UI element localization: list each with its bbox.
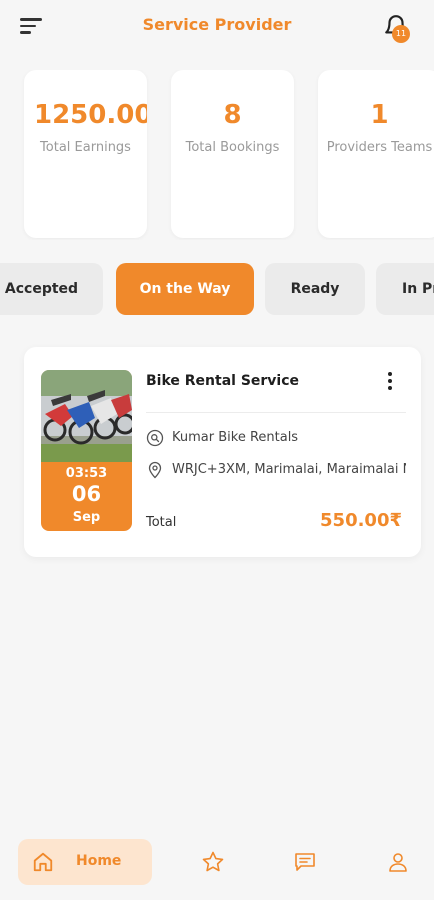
- stat-value: 1: [370, 100, 389, 130]
- tab-ready[interactable]: Ready: [265, 263, 365, 315]
- stats-row: 1250.00 Total Earnings 8 Total Bookings …: [0, 70, 434, 240]
- address-text: WRJC+3XM, Marimalai, Maraimalai Nagar: [172, 462, 406, 477]
- total-label: Total: [146, 515, 177, 530]
- nav-home-label: Home: [76, 853, 122, 869]
- notification-bell-icon[interactable]: 11: [383, 14, 413, 44]
- tab-accepted[interactable]: Accepted: [0, 263, 103, 315]
- home-icon: [33, 852, 53, 872]
- tab-on-the-way[interactable]: On the Way: [116, 263, 254, 315]
- booking-day: 06: [71, 482, 102, 506]
- divider: [146, 412, 406, 413]
- bottom-navigation: Home: [0, 830, 434, 900]
- star-icon[interactable]: [201, 850, 225, 874]
- total-value: 550.00₹: [320, 510, 402, 531]
- nav-home-button[interactable]: Home: [18, 839, 152, 885]
- stat-card-earnings[interactable]: 1250.00 Total Earnings: [24, 70, 147, 238]
- stat-card-bookings[interactable]: 8 Total Bookings: [171, 70, 294, 238]
- provider-search-icon: [146, 429, 164, 447]
- booking-month: Sep: [72, 510, 101, 525]
- page-title: Service Provider: [142, 15, 292, 34]
- more-options-icon[interactable]: [382, 372, 398, 394]
- stat-label: Total Earnings: [40, 140, 131, 155]
- stat-label: Total Bookings: [185, 140, 280, 155]
- service-title: Bike Rental Service: [146, 373, 300, 389]
- stat-value: 8: [223, 100, 242, 130]
- booking-thumbnail: 03:53 06 Sep: [41, 370, 132, 531]
- provider-row: Kumar Bike Rentals: [146, 428, 406, 448]
- profile-icon[interactable]: [386, 850, 410, 874]
- notification-count-badge: 11: [392, 25, 410, 43]
- tab-in-progress[interactable]: In Progress: [376, 263, 434, 315]
- app-header: Service Provider 11: [0, 0, 434, 56]
- stat-label: Providers Teams: [326, 140, 433, 155]
- booking-card[interactable]: 03:53 06 Sep Bike Rental Service Kumar B…: [24, 347, 421, 557]
- chat-icon[interactable]: [293, 850, 317, 874]
- bike-photo-image: [41, 370, 132, 462]
- provider-name: Kumar Bike Rentals: [172, 430, 299, 445]
- stat-card-teams[interactable]: 1 Providers Teams: [318, 70, 434, 238]
- address-row: WRJC+3XM, Marimalai, Maraimalai Nagar: [146, 460, 406, 480]
- stat-value: 1250.00: [34, 100, 147, 130]
- status-tabs: Accepted On the Way Ready In Progress: [0, 263, 434, 317]
- booking-time: 03:53: [65, 466, 108, 481]
- location-pin-icon: [148, 461, 162, 479]
